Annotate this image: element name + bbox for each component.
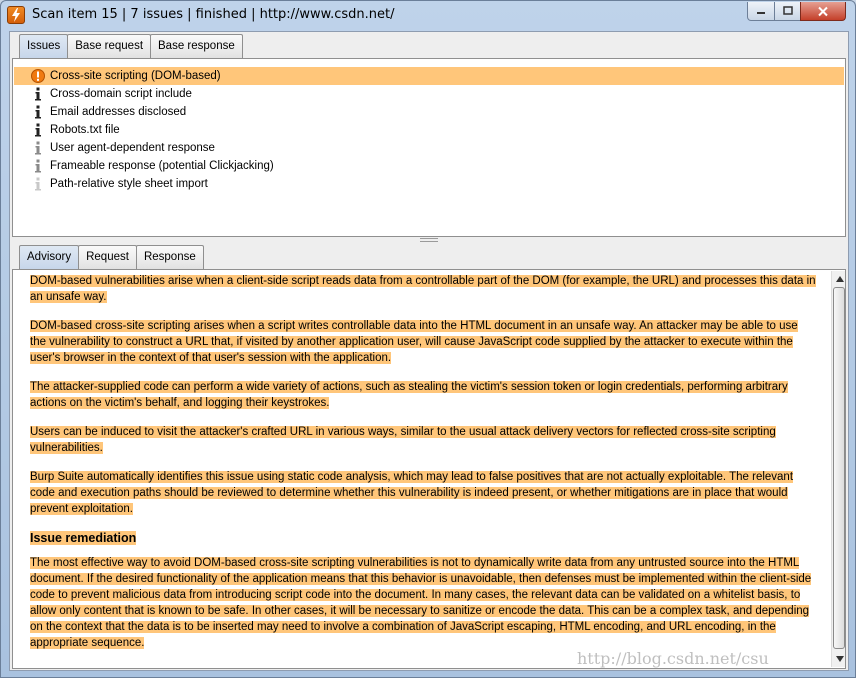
tab-base-request[interactable]: Base request [67,34,152,58]
list-item[interactable]: Robots.txt file [14,121,844,139]
top-tab-bar: Issues Base request Base response [19,34,243,58]
tab-response[interactable]: Response [135,245,204,269]
issue-label: Path-relative style sheet import [50,178,208,190]
remediation-paragraph: The most effective way to avoid DOM-base… [30,557,812,649]
minimize-icon [757,12,765,14]
tab-advisory[interactable]: Advisory [19,245,80,269]
tab-issues[interactable]: Issues [19,34,69,58]
client-area: Issues Base request Base response Cross-… [9,31,849,671]
tab-base-response[interactable]: Base response [150,34,243,58]
window-title: Scan item 15 | 7 issues | finished | htt… [32,7,395,22]
bottom-tab-bar: Advisory Request Response [19,245,204,269]
issue-label: Cross-domain script include [50,88,192,100]
info-icon [31,123,45,137]
scroll-up-button[interactable] [833,272,845,286]
info-icon [31,141,45,155]
issue-label: Robots.txt file [50,124,120,136]
issue-label: Email addresses disclosed [50,106,187,118]
advisory-paragraph: The attacker-supplied code can perform a… [30,381,788,409]
maximize-button[interactable] [774,2,801,21]
info-icon [31,159,45,173]
tab-request[interactable]: Request [78,245,137,269]
info-icon [31,87,45,101]
advisory-content: DOM-based vulnerabilities arise when a c… [30,273,816,664]
advisory-panel: DOM-based vulnerabilities arise when a c… [12,269,846,669]
issue-label: Frameable response (potential Clickjacki… [50,160,274,172]
arrow-down-icon [835,656,844,662]
arrow-up-icon [835,276,844,282]
advisory-paragraph: Burp Suite automatically identifies this… [30,471,794,515]
panel-splitter[interactable] [10,237,848,245]
info-icon [31,177,45,191]
list-item[interactable]: Cross-site scripting (DOM-based) [14,67,844,85]
title-bar[interactable]: Scan item 15 | 7 issues | finished | htt… [1,1,855,31]
advisory-paragraph: DOM-based vulnerabilities arise when a c… [30,275,816,303]
info-icon [31,105,45,119]
maximize-icon [782,6,793,15]
advisory-paragraph: Users can be induced to visit the attack… [30,426,776,454]
list-item[interactable]: Cross-domain script include [14,85,844,103]
issue-label: Cross-site scripting (DOM-based) [50,70,221,82]
vertical-scrollbar[interactable] [831,271,845,667]
warning-icon [31,69,45,83]
close-icon [818,6,828,16]
list-item[interactable]: Frameable response (potential Clickjacki… [14,157,844,175]
close-button[interactable] [800,2,846,21]
issues-list: Cross-site scripting (DOM-based) Cross-d… [12,58,846,237]
burp-lightning-icon [7,6,25,24]
remediation-heading: Issue remediation [30,531,137,545]
splitter-grip-icon[interactable] [420,238,438,242]
list-item[interactable]: Email addresses disclosed [14,103,844,121]
scroll-down-button[interactable] [833,652,845,666]
list-item[interactable]: Path-relative style sheet import [14,175,844,193]
advisory-paragraph: DOM-based cross-site scripting arises wh… [30,320,798,364]
scroll-thumb[interactable] [833,287,845,649]
issue-label: User agent-dependent response [50,142,215,154]
watermark: http://blog.csdn.net/csu [577,649,769,668]
list-item[interactable]: User agent-dependent response [14,139,844,157]
minimize-button[interactable] [747,2,775,21]
scan-item-window: Scan item 15 | 7 issues | finished | htt… [0,0,856,678]
